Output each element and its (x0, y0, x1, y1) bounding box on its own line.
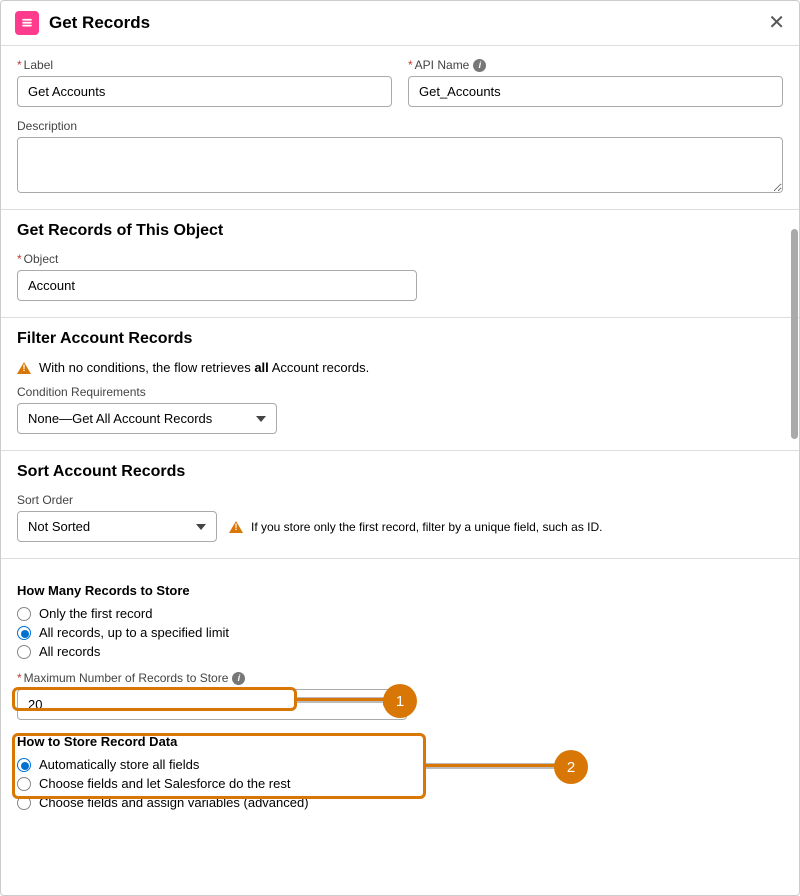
api-name-input[interactable] (408, 76, 783, 107)
dialog-title: Get Records (49, 13, 768, 33)
sort-section: Sort Account Records Sort Order Not Sort… (1, 451, 799, 559)
dialog-header: Get Records ✕ (1, 1, 799, 46)
radio-choose-fields-sf[interactable]: Choose fields and let Salesforce do the … (17, 774, 783, 793)
condition-select[interactable]: None—Get All Account Records (17, 403, 277, 434)
filter-warning: With no conditions, the flow retrieves a… (17, 360, 783, 375)
scrollbar-thumb[interactable] (791, 229, 798, 439)
warning-icon (229, 521, 243, 533)
filter-section: Filter Account Records With no condition… (1, 318, 799, 451)
condition-value: None—Get All Account Records (28, 411, 212, 426)
description-input[interactable] (17, 137, 783, 193)
how-many-heading: How Many Records to Store (17, 583, 783, 598)
sort-warning: If you store only the first record, filt… (229, 520, 603, 534)
warning-icon (17, 362, 31, 374)
radio-label: All records, up to a specified limit (39, 625, 229, 640)
filter-section-title: Filter Account Records (17, 330, 783, 348)
label-input[interactable] (17, 76, 392, 107)
radio-icon (17, 645, 31, 659)
condition-label: Condition Requirements (17, 385, 783, 399)
info-icon[interactable]: i (232, 672, 245, 685)
scrollbar[interactable] (791, 49, 798, 894)
object-label: *Object (17, 252, 783, 266)
radio-choose-advanced[interactable]: Choose fields and assign variables (adva… (17, 793, 783, 812)
max-records-label: *Maximum Number of Records to Store i (17, 671, 783, 685)
radio-auto-store[interactable]: Automatically store all fields (17, 755, 783, 774)
close-icon[interactable]: ✕ (768, 13, 785, 33)
radio-label: Choose fields and assign variables (adva… (39, 795, 309, 810)
max-records-input[interactable] (17, 689, 407, 720)
label-field-label: *Label (17, 58, 392, 72)
radio-label: Only the first record (39, 606, 152, 621)
object-section-title: Get Records of This Object (17, 222, 783, 240)
sort-order-value: Not Sorted (28, 519, 90, 534)
get-records-icon (15, 11, 39, 35)
radio-label: Choose fields and let Salesforce do the … (39, 776, 290, 791)
annotation-badge-2: 2 (554, 750, 588, 784)
chevron-down-icon (196, 524, 206, 530)
description-label: Description (17, 119, 783, 133)
radio-icon (17, 777, 31, 791)
radio-icon (17, 607, 31, 621)
radio-all-records[interactable]: All records (17, 642, 783, 661)
annotation-badge-1: 1 (383, 684, 417, 718)
basic-section: *Label *API Name i Description (1, 46, 799, 210)
radio-icon (17, 626, 31, 640)
how-store-heading: How to Store Record Data (17, 734, 783, 749)
object-input[interactable] (17, 270, 417, 301)
sort-order-select[interactable]: Not Sorted (17, 511, 217, 542)
radio-only-first[interactable]: Only the first record (17, 604, 783, 623)
radio-icon (17, 796, 31, 810)
radio-label: All records (39, 644, 100, 659)
chevron-down-icon (256, 416, 266, 422)
radio-icon (17, 758, 31, 772)
sort-order-label: Sort Order (17, 493, 783, 507)
api-name-label: *API Name i (408, 58, 783, 72)
radio-all-up-to-limit[interactable]: All records, up to a specified limit (17, 623, 783, 642)
info-icon[interactable]: i (473, 59, 486, 72)
radio-label: Automatically store all fields (39, 757, 199, 772)
object-section: Get Records of This Object *Object (1, 210, 799, 318)
sort-section-title: Sort Account Records (17, 463, 783, 481)
